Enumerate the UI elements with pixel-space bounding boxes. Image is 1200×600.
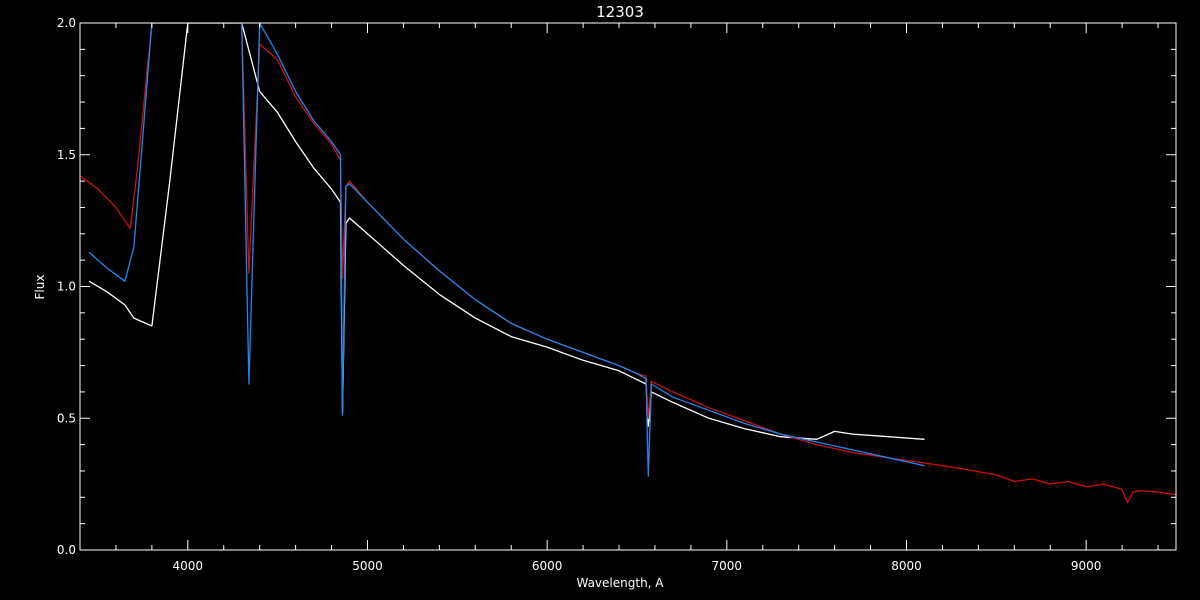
y-tick-label: 1.0 <box>57 280 76 294</box>
x-tick-label: 4000 <box>173 559 204 573</box>
y-tick-label: 0.0 <box>57 543 76 557</box>
x-tick-label: 5000 <box>352 559 383 573</box>
x-tick-label: 6000 <box>532 559 563 573</box>
x-tick-label: 7000 <box>712 559 743 573</box>
y-axis-label: Flux <box>33 275 47 300</box>
y-tick-label: 2.0 <box>57 16 76 30</box>
x-tick-label: 8000 <box>891 559 922 573</box>
y-tick-label: 0.5 <box>57 411 76 425</box>
x-tick-label: 9000 <box>1071 559 1102 573</box>
y-tick-label: 1.5 <box>57 148 76 162</box>
x-axis-label: Wavelength, A <box>576 576 664 590</box>
chart-title: 12303 <box>596 3 644 21</box>
spectrum-chart: 12303 4000 5000 6000 7000 8000 9000 0.0 0.5 1.0… <box>0 0 1200 600</box>
